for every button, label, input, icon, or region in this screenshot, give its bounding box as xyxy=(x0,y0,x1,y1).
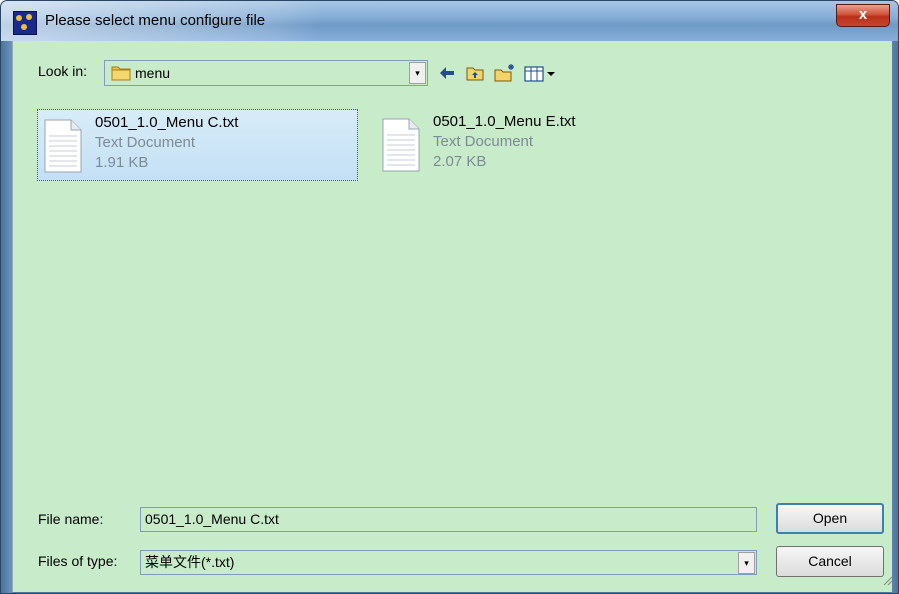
resize-grip-icon[interactable] xyxy=(881,574,893,586)
title-bar[interactable]: Please select menu configure file x xyxy=(1,1,898,41)
look-in-label: Look in: xyxy=(38,63,88,79)
folder-icon xyxy=(111,66,131,81)
files-of-type-value: 菜单文件(*.txt) xyxy=(145,554,235,570)
window-border-left xyxy=(1,41,12,593)
file-item[interactable]: 0501_1.0_Menu E.txt Text Document 2.07 K… xyxy=(376,109,656,181)
view-menu-icon[interactable] xyxy=(523,62,557,84)
look-in-combobox[interactable]: menu ▾ xyxy=(104,60,428,86)
file-name-input[interactable]: 0501_1.0_Menu C.txt xyxy=(140,507,757,532)
cancel-button[interactable]: Cancel xyxy=(776,546,884,577)
back-arrow-icon[interactable] xyxy=(437,62,457,84)
window-border-right xyxy=(891,41,898,593)
text-document-icon xyxy=(44,119,82,173)
new-folder-icon[interactable] xyxy=(493,62,517,84)
file-item[interactable]: 0501_1.0_Menu C.txt Text Document 1.91 K… xyxy=(37,109,358,181)
files-of-type-select[interactable]: 菜单文件(*.txt) ▾ xyxy=(140,550,757,575)
file-name: 0501_1.0_Menu E.txt xyxy=(433,113,576,130)
up-folder-icon[interactable] xyxy=(465,62,485,84)
file-name-label: File name: xyxy=(38,511,104,527)
window-title: Please select menu configure file xyxy=(45,12,266,29)
file-type: Text Document xyxy=(433,133,534,150)
files-of-type-label: Files of type: xyxy=(38,553,118,569)
files-of-type-dropdown-button[interactable]: ▾ xyxy=(738,552,755,574)
file-list[interactable]: 0501_1.0_Menu C.txt Text Document 1.91 K… xyxy=(25,92,880,490)
look-in-dropdown-button[interactable]: ▾ xyxy=(409,62,426,84)
app-icon xyxy=(13,11,37,35)
file-size: 2.07 KB xyxy=(433,153,487,170)
file-size: 1.91 KB xyxy=(95,154,149,171)
close-button[interactable]: x xyxy=(836,4,890,27)
dialog-client-area: Look in: menu ▾ 0501_1.0_Menu C.txt Text… xyxy=(12,41,893,592)
file-name: 0501_1.0_Menu C.txt xyxy=(95,114,239,131)
dialog-window: Please select menu configure file x Look… xyxy=(0,0,899,594)
look-in-value: menu xyxy=(135,65,171,81)
text-document-icon xyxy=(382,118,420,172)
open-button[interactable]: Open xyxy=(776,503,884,534)
file-type: Text Document xyxy=(95,134,196,151)
